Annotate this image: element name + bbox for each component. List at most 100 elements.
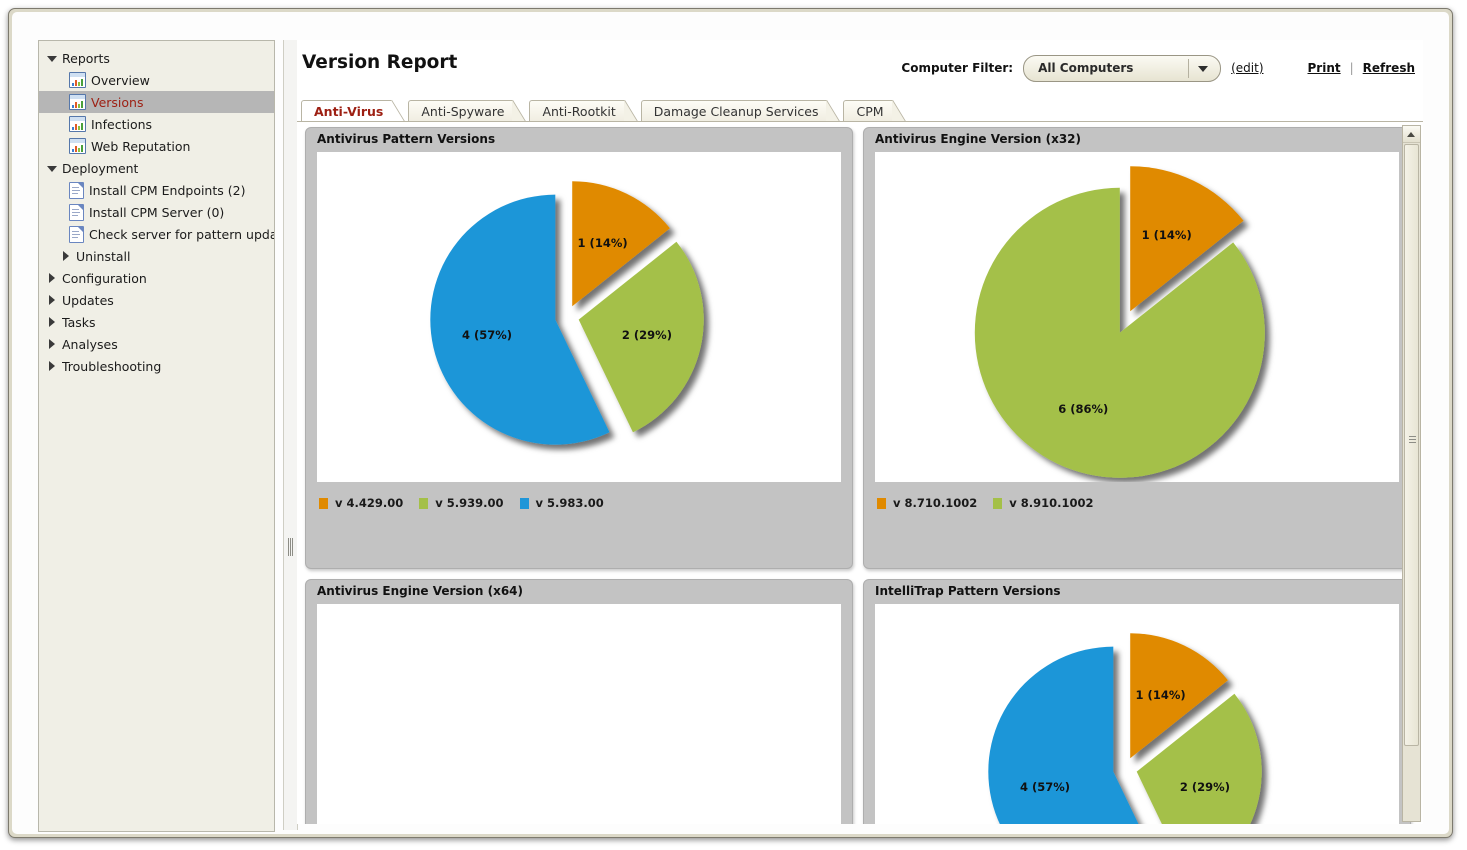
sidebar-item-deployment[interactable]: Deployment (39, 157, 274, 179)
pie-slice-label: 4 (57%) (462, 328, 513, 343)
sidebar-item-overview[interactable]: Overview (39, 69, 274, 91)
chart-icon (69, 72, 86, 88)
computer-filter-label: Computer Filter: (901, 61, 1014, 75)
sidebar-item-label: Web Reputation (91, 138, 191, 154)
chart-panel: Antivirus Pattern Versions 1 (14%) 2 (29%)… (305, 127, 853, 569)
application-window: Reports Overview Versions Infections Web Rep… (8, 8, 1453, 838)
page-title: Version Report (302, 52, 458, 73)
legend-item: v 4.429.00 (319, 496, 403, 510)
panel-title: Antivirus Pattern Versions (317, 132, 496, 146)
legend-label: v 5.939.00 (435, 496, 504, 510)
sidebar-item-label: Configuration (62, 270, 147, 286)
tab-label: Damage Cleanup Services (653, 104, 819, 119)
sidebar-item-label: Uninstall (76, 248, 131, 264)
tab-cpm[interactable]: CPM (843, 100, 893, 123)
chart-legend: v 4.429.00 v 5.939.00 v 5.983.00 (319, 496, 620, 510)
filter-toolbar: Computer Filter: All Computers (edit) Pr… (901, 54, 1415, 82)
tab-damage-cleanup-services[interactable]: Damage Cleanup Services (640, 100, 828, 123)
action-separator: | (1349, 61, 1354, 75)
sidebar-item-label: Infections (91, 116, 153, 132)
legend-label: v 8.910.1002 (1009, 496, 1094, 510)
sidebar-item-label: Troubleshooting (62, 358, 162, 374)
pie-slice-label: 2 (29%) (621, 328, 672, 343)
sidebar-item-label: Install CPM Server (0) (89, 204, 225, 220)
chevron-right-icon[interactable] (47, 272, 58, 284)
pie-slice-label: 6 (86%) (1058, 401, 1109, 416)
sidebar-item-label: Deployment (62, 160, 139, 176)
edit-filter-link[interactable]: (edit) (1231, 61, 1263, 75)
scroll-up-arrow-icon[interactable] (1403, 126, 1420, 143)
sidebar-item-analyses[interactable]: Analyses (39, 333, 274, 355)
page-icon (69, 203, 84, 221)
page-icon (69, 225, 84, 243)
sidebar-item-infections[interactable]: Infections (39, 113, 274, 135)
sidebar-item-check-server-for-pattern-updates[interactable]: Check server for pattern updates (39, 223, 274, 245)
chevron-right-icon[interactable] (61, 250, 72, 262)
chevron-right-icon[interactable] (47, 338, 58, 350)
chevron-down-icon (1198, 65, 1209, 72)
splitter-grip-icon (288, 538, 293, 556)
pie-slice-label: 1 (14%) (1135, 688, 1186, 703)
tree-root: Reports Overview Versions Infections Web Rep… (39, 41, 274, 377)
tab-label: Anti-Virus (314, 104, 384, 119)
chevron-right-icon[interactable] (47, 360, 58, 372)
sidebar-item-reports[interactable]: Reports (39, 47, 274, 69)
vertical-scrollbar[interactable] (1402, 125, 1421, 822)
chevron-right-icon[interactable] (47, 294, 58, 306)
tab-anti-rootkit[interactable]: Anti-Rootkit (529, 100, 625, 123)
legend-color-swatch (993, 497, 1003, 509)
pie-slice-label: 2 (29%) (1179, 780, 1230, 795)
legend-item: v 5.983.00 (519, 496, 604, 510)
panel-title: Antivirus Engine Version (x32) (875, 132, 1082, 146)
legend-color-swatch (877, 497, 886, 509)
tab-label: Anti-Spyware (421, 104, 505, 119)
window-client-area: Reports Overview Versions Infections Web Rep… (12, 12, 1449, 834)
legend-item: v 5.939.00 (419, 496, 504, 510)
legend-color-swatch (419, 497, 429, 509)
sidebar-item-label: Reports (62, 50, 110, 66)
sidebar-item-label: Tasks (62, 314, 96, 330)
sidebar-navigation-tree[interactable]: Reports Overview Versions Infections Web Rep… (38, 40, 275, 832)
computer-filter-select[interactable]: All Computers (1023, 54, 1222, 82)
content-area: Version Report Computer Filter: All Comp… (297, 40, 1423, 824)
pie-chart-plot: 1 (14%) 2 (29%) 4 (57%) (317, 152, 841, 482)
tab-anti-spyware[interactable]: Anti-Spyware (408, 100, 514, 123)
legend-color-swatch (319, 497, 328, 509)
legend-color-swatch (519, 497, 529, 509)
select-divider (1188, 58, 1190, 78)
legend-label: v 8.710.1002 (893, 496, 978, 510)
sidebar-item-uninstall[interactable]: Uninstall (39, 245, 274, 267)
pie-chart-plot: 1 (14%) 2 (29%) 4 (57%) (875, 604, 1399, 824)
refresh-link[interactable]: Refresh (1363, 61, 1415, 75)
sidebar-splitter[interactable] (283, 40, 298, 830)
chart-icon (69, 138, 86, 154)
panel-scroll-area: Antivirus Pattern Versions 1 (14%) 2 (29%)… (297, 122, 1423, 824)
print-link[interactable]: Print (1308, 61, 1341, 75)
sidebar-item-install-cpm-server-0[interactable]: Install CPM Server (0) (39, 201, 274, 223)
chevron-down-icon[interactable] (47, 53, 58, 64)
tab-anti-virus[interactable]: Anti-Virus (301, 100, 393, 123)
sidebar-item-label: Analyses (62, 336, 118, 352)
chart-icon (69, 94, 86, 110)
thumb-grip-icon (1409, 436, 1416, 443)
tab-label: CPM (856, 104, 884, 119)
tab-label: Anti-Rootkit (542, 104, 616, 119)
page-icon (69, 181, 84, 199)
sidebar-item-versions[interactable]: Versions (39, 91, 274, 113)
sidebar-item-updates[interactable]: Updates (39, 289, 274, 311)
legend-item: v 8.910.1002 (993, 496, 1094, 510)
scrollbar-thumb[interactable] (1404, 144, 1419, 746)
sidebar-item-web-reputation[interactable]: Web Reputation (39, 135, 274, 157)
legend-label: v 4.429.00 (335, 496, 404, 510)
sidebar-item-configuration[interactable]: Configuration (39, 267, 274, 289)
chevron-right-icon[interactable] (47, 316, 58, 328)
legend-item: v 8.710.1002 (877, 496, 977, 510)
sidebar-item-label: Install CPM Endpoints (2) (89, 182, 246, 198)
chevron-down-icon[interactable] (47, 163, 58, 174)
sidebar-item-tasks[interactable]: Tasks (39, 311, 274, 333)
sidebar-item-troubleshooting[interactable]: Troubleshooting (39, 355, 274, 377)
report-tab-bar[interactable]: Anti-Virus Anti-Spyware Anti-Rootkit Damage… (301, 99, 1423, 123)
computer-filter-value: All Computers (1038, 61, 1134, 75)
sidebar-item-install-cpm-endpoints-2[interactable]: Install CPM Endpoints (2) (39, 179, 274, 201)
chart-panel: Antivirus Engine Version (x32) 1 (14%) 6 (… (863, 127, 1411, 569)
